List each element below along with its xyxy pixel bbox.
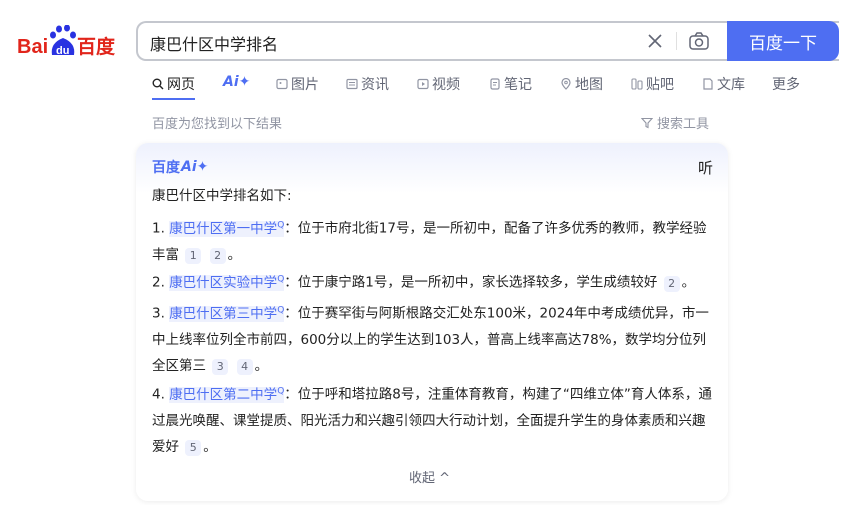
item-number: 1. xyxy=(152,220,165,237)
tab-more[interactable]: 更多 xyxy=(772,74,800,94)
tab-web-label: 网页 xyxy=(167,77,195,93)
tab-video[interactable]: 视频 xyxy=(417,74,460,94)
tieba-icon xyxy=(631,78,643,90)
tab-map-label: 地图 xyxy=(575,77,603,93)
answer-item: 4. 康巴什区第二中学Q：位于呼和塔拉路8号，注重体育教育，构建了“四维立体”育… xyxy=(152,386,712,456)
map-icon xyxy=(561,78,571,90)
tab-notes-label: 笔记 xyxy=(504,77,532,93)
news-icon xyxy=(346,78,358,90)
video-icon xyxy=(417,78,429,90)
tab-web[interactable]: 网页 xyxy=(152,74,195,100)
ai-brand-text: 百度 xyxy=(152,160,180,176)
tab-news-label: 资讯 xyxy=(361,77,389,93)
item-number: 3. xyxy=(152,305,165,322)
clear-icon[interactable] xyxy=(645,31,665,51)
answer-item: 3. 康巴什区第三中学Q：位于赛罕街与阿斯根路交汇处东100米，2024年中考成… xyxy=(152,305,709,375)
tab-wenku[interactable]: 文库 xyxy=(702,74,745,94)
school-link[interactable]: 康巴什区第三中学Q xyxy=(169,305,285,322)
ai-brand-ai: Ai✦ xyxy=(181,159,209,175)
tab-tieba-label: 贴吧 xyxy=(646,77,674,93)
tab-images-label: 图片 xyxy=(291,77,319,93)
collapse-button[interactable]: 收起 ^ xyxy=(409,467,450,486)
item-number: 2. xyxy=(152,274,165,291)
tab-ai[interactable]: Ai✦ xyxy=(223,74,250,90)
tab-map[interactable]: 地图 xyxy=(560,74,603,94)
image-icon xyxy=(276,78,288,90)
school-link[interactable]: 康巴什区实验中学Q xyxy=(169,274,285,291)
citation-badge[interactable]: 1 xyxy=(185,247,202,264)
logo-text-bai: Bai xyxy=(17,36,48,58)
search-tools-button[interactable]: 搜索工具 xyxy=(641,113,709,132)
tab-news[interactable]: 资讯 xyxy=(346,74,389,94)
school-link[interactable]: 康巴什区第二中学Q xyxy=(169,386,285,403)
tab-wenku-label: 文库 xyxy=(717,77,745,93)
listen-button[interactable]: 听 xyxy=(698,157,713,178)
ai-brand: 百度 Ai✦ xyxy=(152,158,208,176)
tab-ai-label: Ai✦ xyxy=(223,74,251,90)
wenku-icon xyxy=(703,78,713,90)
answer-item: 1. 康巴什区第一中学Q：位于市府北街17号，是一所初中，配备了许多优秀的教师，… xyxy=(152,220,707,264)
ai-intro-text: 康巴什区中学排名如下: xyxy=(152,188,292,204)
filter-icon xyxy=(641,117,653,128)
results-found-text: 百度为您找到以下结果 xyxy=(152,117,283,132)
search-icon xyxy=(152,78,164,90)
citation-badge[interactable]: 2 xyxy=(663,275,680,292)
item-number: 4. xyxy=(152,386,165,403)
school-link[interactable]: 康巴什区第一中学Q xyxy=(169,220,285,237)
logo-text-baidu-cn: 百度 xyxy=(77,35,116,58)
search-input[interactable]: 康巴什区中学排名 xyxy=(150,31,278,55)
tab-more-label: 更多 xyxy=(772,77,800,93)
search-button[interactable]: 百度一下 xyxy=(727,21,839,61)
tab-images[interactable]: 图片 xyxy=(276,74,319,94)
answer-item: 2. 康巴什区实验中学Q：位于康宁路1号，是一所初中，家长选择较多，学生成绩较好… xyxy=(152,274,696,292)
citation-badge[interactable]: 2 xyxy=(209,247,226,264)
baidu-logo[interactable]: Bai du 百度 xyxy=(17,25,121,59)
item-text: ：位于康宁路1号，是一所初中，家长选择较多，学生成绩较好 xyxy=(284,274,658,291)
note-icon xyxy=(490,78,500,90)
camera-icon[interactable] xyxy=(688,31,710,51)
logo-text-du: du xyxy=(56,45,69,57)
tab-video-label: 视频 xyxy=(432,77,460,93)
citation-badge[interactable]: 5 xyxy=(185,439,202,456)
search-tools-label: 搜索工具 xyxy=(657,117,710,132)
citation-badge[interactable]: 3 xyxy=(212,358,229,375)
tab-tieba[interactable]: 贴吧 xyxy=(631,74,674,94)
citation-badge[interactable]: 4 xyxy=(236,358,253,375)
search-divider xyxy=(676,32,677,50)
tab-notes[interactable]: 笔记 xyxy=(489,74,532,94)
